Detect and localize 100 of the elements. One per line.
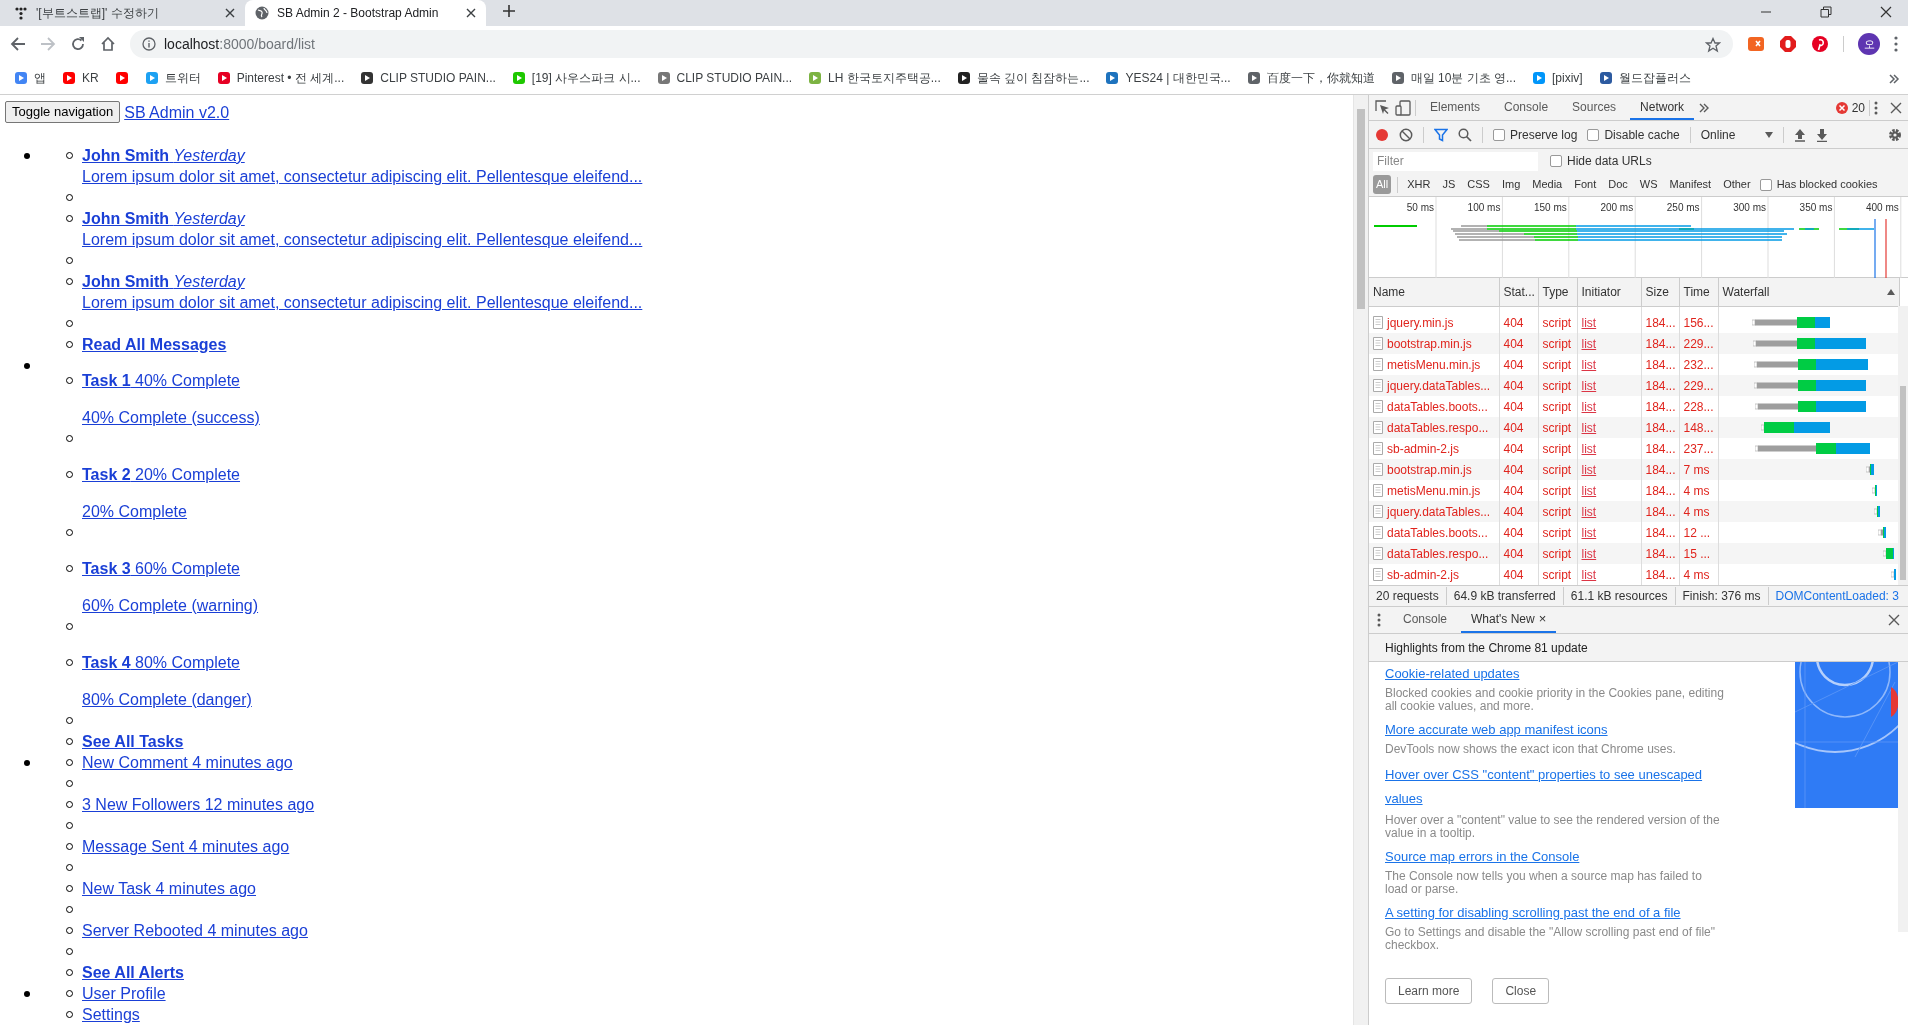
bookmark[interactable]: 앱 xyxy=(8,66,52,90)
footer-link[interactable]: See All Alerts xyxy=(82,962,184,983)
file-name[interactable]: sb-admin-2.js xyxy=(1387,565,1460,584)
file-name[interactable]: dataTables.boots... xyxy=(1387,523,1488,542)
panel-tab[interactable]: Console xyxy=(1494,95,1559,120)
extension-icon[interactable] xyxy=(1747,35,1765,53)
address-field[interactable]: localhost:8000/board/list xyxy=(130,30,1733,58)
bookmark[interactable]: 百度一下，你就知道 xyxy=(1240,66,1381,90)
bookmark[interactable]: CLIP STUDIO PAIN... xyxy=(354,66,502,90)
bookmark[interactable]: 매일 10분 기초 영... xyxy=(1384,66,1522,90)
close-tab-button[interactable]: × xyxy=(1538,609,1547,629)
bookmark[interactable]: LH 한국토지주택공... xyxy=(802,66,947,90)
message-preview-link[interactable]: Lorem ipsum dolor sit amet, consectetur adipiscing elit. Pellentesque eleifend... xyxy=(82,166,643,187)
feature-link[interactable]: Source map errors in the Console xyxy=(1385,847,1725,867)
dialog-button[interactable]: Learn more xyxy=(1385,978,1473,1004)
initiator-link[interactable]: list xyxy=(1581,483,1597,498)
chevrons-icon[interactable] xyxy=(1698,101,1711,114)
settings-icon[interactable] xyxy=(1888,127,1902,142)
feature-link[interactable]: More accurate web app manifest icons xyxy=(1385,720,1725,740)
column-header[interactable]: Type xyxy=(1538,278,1577,306)
type-filter[interactable]: CSS xyxy=(1464,175,1493,194)
checkbox[interactable] xyxy=(1759,178,1772,191)
new-tab-icon[interactable] xyxy=(502,3,516,18)
footer-link[interactable]: Read All Messages xyxy=(82,334,227,355)
initiator-link[interactable]: list xyxy=(1581,378,1597,393)
column-header[interactable]: Waterfall xyxy=(1718,278,1899,306)
initiator-link[interactable]: list xyxy=(1581,567,1597,582)
feature-link[interactable]: Hover over CSS "content" properties to see unescaped values xyxy=(1385,763,1725,811)
type-filter[interactable]: Manifest xyxy=(1666,175,1715,194)
filter-icon[interactable] xyxy=(1434,127,1448,142)
initiator-link[interactable]: list xyxy=(1581,315,1597,330)
initiator-link[interactable]: list xyxy=(1581,525,1597,540)
initiator-link[interactable]: list xyxy=(1581,462,1597,477)
column-header[interactable]: Time xyxy=(1679,278,1718,306)
type-filter[interactable]: WS xyxy=(1636,175,1661,194)
menu-link[interactable]: User Profile xyxy=(82,983,166,1004)
menu-link[interactable]: New Comment 4 minutes ago xyxy=(82,752,293,773)
menu-icon[interactable] xyxy=(1377,613,1381,627)
bookmark[interactable]: Pinterest • 전 세계... xyxy=(210,66,351,90)
upload-icon[interactable] xyxy=(1793,127,1806,142)
task-progress-link[interactable]: 60% Complete (warning) xyxy=(82,595,259,616)
menu-link[interactable]: Settings xyxy=(82,1004,140,1025)
message-sender-link[interactable]: John Smith Yesterday xyxy=(82,208,245,229)
column-header[interactable]: Initiator xyxy=(1577,278,1641,306)
message-preview-link[interactable]: Lorem ipsum dolor sit amet, consectetur adipiscing elit. Pellentesque eleifend... xyxy=(82,229,643,250)
task-link[interactable]: Task 3 60% Complete xyxy=(82,558,240,579)
column-header[interactable]: Name xyxy=(1369,278,1499,306)
drawer-tab[interactable]: Console xyxy=(1393,607,1458,633)
initiator-link[interactable]: list xyxy=(1581,546,1597,561)
bookmark[interactable]: 트위터 xyxy=(138,66,207,90)
type-filter[interactable]: JS xyxy=(1439,175,1459,194)
restore-icon[interactable] xyxy=(1820,6,1832,18)
initiator-link[interactable]: list xyxy=(1581,357,1597,372)
summary-link[interactable]: DOMContentLoaded: 3 xyxy=(1768,587,1906,605)
bookmark[interactable]: [19] 사우스파크 시... xyxy=(505,66,647,90)
bookmark[interactable]: 물속 깊이 침잠하는... xyxy=(950,66,1096,90)
task-link[interactable]: Task 2 20% Complete xyxy=(82,464,240,485)
task-link[interactable]: Task 4 80% Complete xyxy=(82,652,240,673)
star-icon[interactable] xyxy=(1705,36,1721,53)
avatar[interactable]: 오 xyxy=(1858,33,1880,55)
file-name[interactable]: metisMenu.min.js xyxy=(1387,481,1481,500)
drawer-tab[interactable]: What's New × xyxy=(1461,607,1557,633)
menu-link[interactable]: New Task 4 minutes ago xyxy=(82,878,256,899)
initiator-link[interactable]: list xyxy=(1581,399,1597,414)
back-icon[interactable] xyxy=(10,36,26,52)
initiator-link[interactable]: list xyxy=(1581,504,1597,519)
initiator-link[interactable]: list xyxy=(1581,420,1597,435)
column-header[interactable]: Size xyxy=(1641,278,1679,306)
home-icon[interactable] xyxy=(100,36,116,52)
task-progress-link[interactable]: 40% Complete (success) xyxy=(82,407,260,428)
file-name[interactable]: sb-admin-2.js xyxy=(1387,439,1460,458)
footer-link[interactable]: See All Tasks xyxy=(82,731,184,752)
file-name[interactable]: metisMenu.min.js xyxy=(1387,355,1481,374)
clear-icon[interactable] xyxy=(1399,127,1413,142)
task-progress-link[interactable]: 80% Complete (danger) xyxy=(82,689,252,710)
close-icon[interactable] xyxy=(1888,614,1900,626)
record-icon[interactable] xyxy=(1375,127,1389,142)
close-icon[interactable] xyxy=(1880,6,1892,18)
menu-icon[interactable] xyxy=(1874,100,1878,115)
close-icon[interactable] xyxy=(1890,101,1902,114)
brand-link[interactable]: SB Admin v2.0 xyxy=(124,101,230,123)
task-progress-link[interactable]: 20% Complete xyxy=(82,501,187,522)
column-header[interactable]: Stat... xyxy=(1499,278,1538,306)
toggle-button[interactable]: Toggle navigation xyxy=(5,101,121,123)
type-filter[interactable]: Other xyxy=(1720,175,1754,194)
file-name[interactable]: dataTables.boots... xyxy=(1387,397,1488,416)
menu-link[interactable]: Server Rebooted 4 minutes ago xyxy=(82,920,308,941)
initiator-link[interactable]: list xyxy=(1581,336,1597,351)
checkbox[interactable] xyxy=(1587,128,1600,141)
type-filter[interactable]: Media xyxy=(1529,175,1566,194)
close-icon[interactable] xyxy=(225,8,235,18)
type-filter[interactable]: Img xyxy=(1498,175,1524,194)
bookmark[interactable]: 월드잡플러스 xyxy=(1592,66,1697,90)
inspect-icon[interactable] xyxy=(1375,99,1391,116)
message-sender-link[interactable]: John Smith Yesterday xyxy=(82,271,245,292)
error-count[interactable]: 20 xyxy=(1851,98,1865,117)
filter-field[interactable]: Filter xyxy=(1373,151,1538,171)
feature-link[interactable]: Cookie-related updates xyxy=(1385,664,1725,684)
bookmark[interactable]: [pixiv] xyxy=(1526,66,1589,90)
dialog-button[interactable]: Close xyxy=(1492,978,1550,1004)
